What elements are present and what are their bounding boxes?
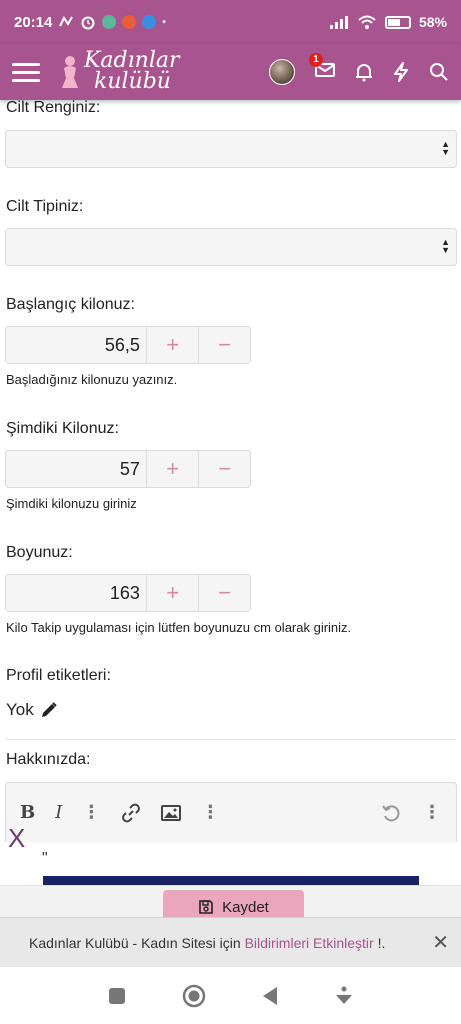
enable-notifications-link[interactable]: Bildirimleri Etkinleştir	[245, 935, 374, 951]
square-nav-icon[interactable]	[108, 987, 126, 1005]
height-hint: Kilo Takip uygulaması için lütfen boyunu…	[6, 620, 352, 635]
start-weight-decrement-button[interactable]: −	[198, 327, 250, 363]
current-weight-input[interactable]: 57	[6, 451, 147, 487]
status-time: 20:14	[14, 13, 53, 31]
current-weight-increment-button[interactable]: +	[147, 451, 199, 487]
editor-toolbar: B I ⋮ ⋮ ⋮	[5, 782, 457, 842]
menu-nav-icon[interactable]	[335, 986, 353, 1006]
close-icon[interactable]: ✕	[432, 930, 449, 955]
notification-prefix: Kadınlar Kulübü - Kadın Sitesi için	[29, 934, 245, 951]
start-weight-label: Başlangıç kilonuz:	[6, 296, 135, 313]
current-weight-hint: Şimdiki kilonuzu giriniz	[6, 496, 137, 511]
signal-icon	[329, 16, 348, 29]
about-label: Hakkınızda:	[6, 751, 91, 768]
more-options-icon[interactable]: ⋮	[82, 802, 101, 823]
more-dot-icon: •	[162, 16, 166, 28]
alarm-icon	[81, 16, 95, 30]
skin-type-label: Cilt Tipiniz:	[6, 198, 84, 215]
wifi-icon	[358, 15, 376, 29]
app-header: Kadınlar kulübü 1	[0, 44, 461, 100]
save-icon	[199, 900, 213, 914]
save-label: Kaydet	[222, 898, 269, 916]
height-stepper: 163 + −	[5, 574, 251, 612]
link-icon[interactable]	[121, 803, 141, 823]
search-icon[interactable]	[429, 62, 449, 82]
italic-button[interactable]: I	[55, 802, 62, 823]
more-options-icon[interactable]: ⋮	[423, 802, 442, 823]
notification-prompt: Kadınlar Kulübü - Kadın Sitesi için Bild…	[0, 917, 461, 967]
current-weight-label: Şimdiki Kilonuz:	[6, 420, 119, 437]
profile-tags-label: Profil etiketleri:	[6, 667, 111, 684]
select-arrows-icon: ▲ ▼	[441, 139, 450, 157]
pencil-icon[interactable]	[40, 701, 58, 719]
avatar[interactable]	[269, 59, 295, 85]
back-nav-icon[interactable]	[261, 986, 279, 1006]
notification-text: Kadınlar Kulübü - Kadın Sitesi için Bild…	[29, 935, 385, 951]
height-increment-button[interactable]: +	[147, 575, 199, 611]
more-options-icon[interactable]: ⋮	[201, 802, 220, 823]
skin-color-label: Cilt Renginiz:	[6, 99, 101, 116]
start-weight-stepper: 56,5 + −	[5, 326, 251, 364]
divider	[5, 739, 456, 740]
missed-call-icon	[59, 16, 74, 27]
logo-figure-icon	[62, 56, 78, 88]
skin-type-select[interactable]: ▲ ▼	[5, 228, 457, 266]
profile-tags-value: Yok	[6, 700, 34, 719]
height-label: Boyunuz:	[6, 544, 73, 561]
system-nav-bar	[0, 967, 461, 1024]
app-notification-icon	[122, 15, 137, 29]
notification-suffix: !.	[373, 934, 386, 951]
inbox-button[interactable]: 1	[309, 52, 335, 83]
undo-icon[interactable]	[381, 803, 401, 823]
battery-icon	[384, 15, 411, 29]
battery-percent: 58%	[418, 14, 447, 30]
start-weight-increment-button[interactable]: +	[147, 327, 199, 363]
chrome-icon	[142, 15, 157, 29]
site-logo[interactable]: Kadınlar kulübü	[60, 50, 180, 94]
header-actions: 1	[269, 52, 449, 85]
start-weight-input[interactable]: 56,5	[6, 327, 147, 363]
image-icon[interactable]	[161, 804, 182, 821]
skin-color-select[interactable]: ▲ ▼	[5, 130, 457, 168]
hamburger-icon[interactable]	[12, 62, 40, 82]
home-nav-icon[interactable]	[182, 984, 206, 1008]
status-bar: 20:14 • 58%	[0, 0, 461, 44]
close-ad-button[interactable]: X	[8, 823, 25, 854]
status-notification-icons: •	[58, 14, 166, 30]
editor-right-tools: ⋮	[381, 802, 442, 823]
bell-icon[interactable]	[355, 62, 373, 82]
bolt-icon[interactable]	[393, 62, 409, 82]
app-notification-icon	[102, 15, 117, 29]
logo-text: Kadınlar kulübü	[84, 50, 180, 94]
height-decrement-button[interactable]: −	[198, 575, 250, 611]
bold-button[interactable]: B	[20, 802, 35, 823]
select-arrows-icon: ▲ ▼	[441, 237, 450, 255]
current-weight-stepper: 57 + −	[5, 450, 251, 488]
status-right: 58%	[329, 14, 447, 30]
start-weight-hint: Başladığınız kilonuzu yazınız.	[6, 372, 178, 387]
height-input[interactable]: 163	[6, 575, 147, 611]
current-weight-decrement-button[interactable]: −	[198, 451, 250, 487]
mail-badge: 1	[309, 52, 323, 67]
profile-tags-row[interactable]: Yok	[6, 700, 58, 720]
logo-line-2: kulübü	[94, 69, 171, 94]
editor-content[interactable]: "	[42, 850, 48, 868]
